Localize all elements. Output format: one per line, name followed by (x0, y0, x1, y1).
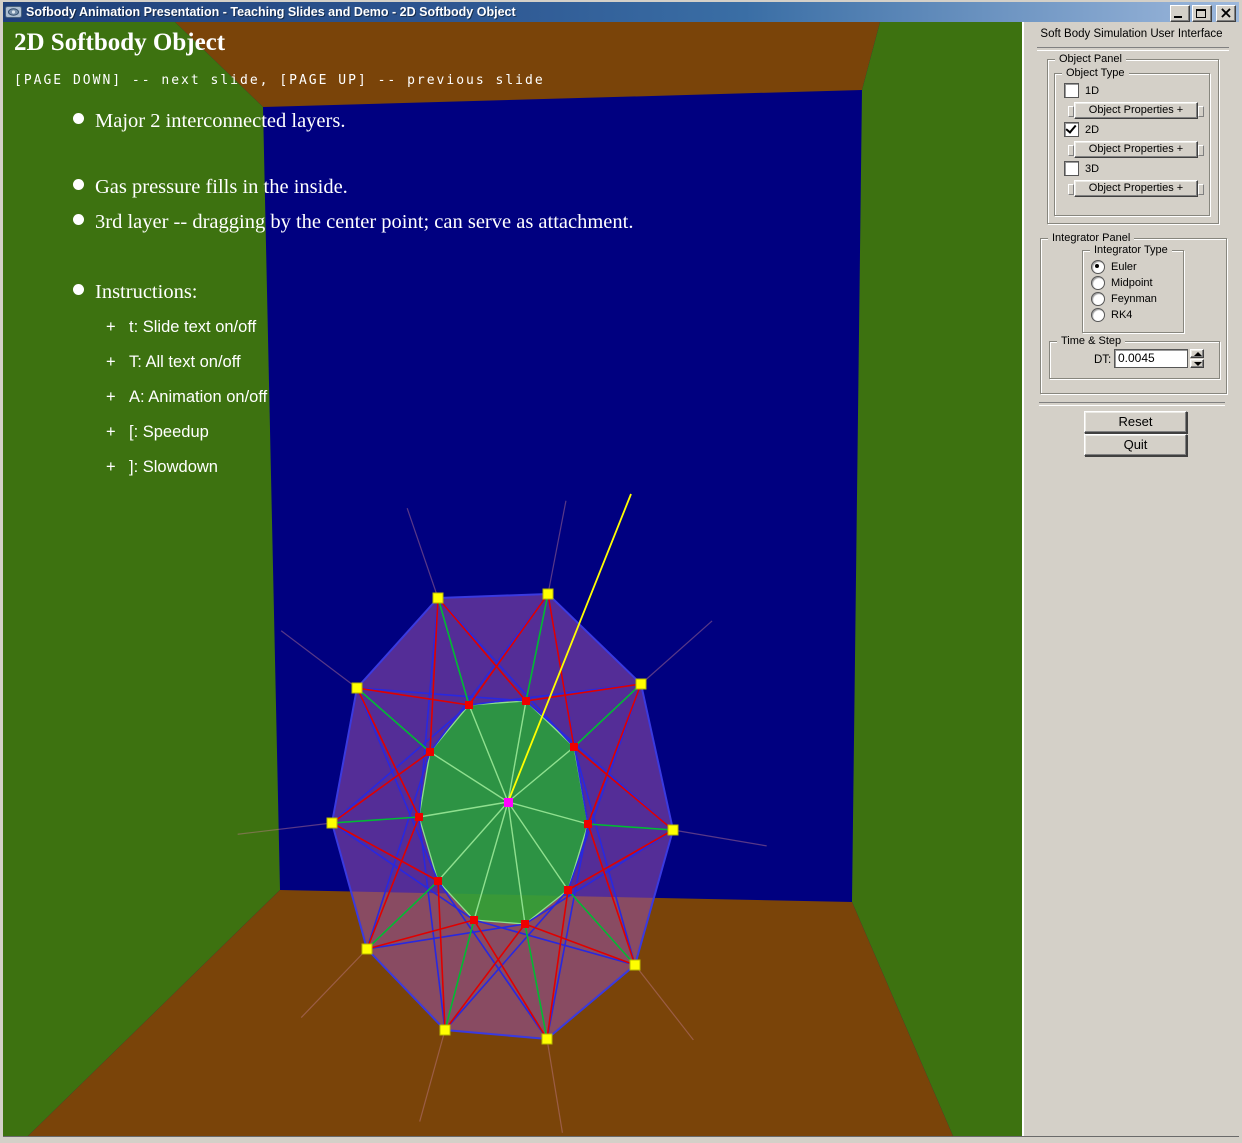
bullet-item: Gas pressure fills in the inside. (73, 176, 348, 199)
object-properties-button-3d[interactable]: Object Properties + (1074, 180, 1198, 197)
button-nub (1068, 145, 1074, 156)
integrator-panel-group: Integrator Panel Integrator Type Euler M… (1040, 238, 1227, 394)
radio-euler[interactable]: Euler (1091, 260, 1137, 274)
checkbox-2d[interactable]: 2D (1064, 122, 1099, 137)
dt-input[interactable]: 0.0045 (1114, 349, 1188, 368)
checkbox-3d[interactable]: 3D (1064, 161, 1099, 176)
integrator-type-group: Integrator Type Euler Midpoint Feynman R… (1082, 250, 1184, 333)
button-nub (1198, 106, 1204, 117)
checkbox-icon[interactable] (1064, 122, 1079, 137)
quit-button[interactable]: Quit (1084, 434, 1187, 456)
bullet-item: 3rd layer -- dragging by the center poin… (73, 211, 633, 234)
instruction-item: +]: Slowdown (106, 458, 218, 477)
radio-icon[interactable] (1091, 292, 1105, 306)
spinner-down-icon[interactable] (1190, 359, 1204, 368)
radio-feynman[interactable]: Feynman (1091, 292, 1157, 306)
control-panel: Soft Body Simulation User Interface Obje… (1022, 22, 1239, 1136)
object-panel-group: Object Panel Object Type 1D Object Prope… (1047, 59, 1219, 224)
simulation-viewport[interactable]: 2D Softbody Object [PAGE DOWN] -- next s… (3, 22, 1022, 1136)
window-title: Sofbody Animation Presentation - Teachin… (26, 5, 516, 19)
bullet-icon (73, 179, 84, 190)
slide-text-overlay: 2D Softbody Object [PAGE DOWN] -- next s… (3, 22, 1022, 1136)
slide-title: 2D Softbody Object (14, 29, 225, 57)
spinner-up-icon[interactable] (1190, 349, 1204, 358)
checkbox-icon[interactable] (1064, 83, 1079, 98)
button-nub (1068, 184, 1074, 195)
bullet-icon (73, 284, 84, 295)
slide-nav-hint: [PAGE DOWN] -- next slide, [PAGE UP] -- … (14, 73, 545, 88)
bullet-item: Major 2 interconnected layers. (73, 110, 345, 133)
titlebar[interactable]: Sofbody Animation Presentation - Teachin… (2, 2, 1240, 22)
dt-label: DT: (1094, 354, 1111, 366)
radio-rk4[interactable]: RK4 (1091, 308, 1132, 322)
app-icon (5, 5, 22, 19)
checkbox-icon[interactable] (1064, 161, 1079, 176)
close-button[interactable] (1216, 5, 1236, 22)
instruction-item: +A: Animation on/off (106, 388, 267, 407)
minimize-button[interactable] (1170, 5, 1190, 22)
maximize-button[interactable] (1192, 5, 1212, 22)
object-type-group: Object Type 1D Object Properties + 2D Ob… (1054, 73, 1210, 216)
time-step-group: Time & Step DT: 0.0045 (1049, 341, 1220, 379)
dt-spinner[interactable] (1190, 349, 1204, 368)
bullet-icon (73, 113, 84, 124)
button-nub (1068, 106, 1074, 117)
bullet-item: Instructions: (73, 281, 198, 304)
instruction-item: +t: Slide text on/off (106, 318, 256, 337)
object-properties-button-2d[interactable]: Object Properties + (1074, 141, 1198, 158)
panel-title: Soft Body Simulation User Interface (1024, 28, 1239, 40)
button-nub (1198, 145, 1204, 156)
bullet-icon (73, 214, 84, 225)
instruction-item: +T: All text on/off (106, 353, 241, 372)
instruction-item: +[: Speedup (106, 423, 209, 442)
separator (1037, 47, 1229, 51)
radio-icon[interactable] (1091, 260, 1105, 274)
reset-button[interactable]: Reset (1084, 411, 1187, 433)
radio-icon[interactable] (1091, 276, 1105, 290)
button-nub (1198, 184, 1204, 195)
radio-icon[interactable] (1091, 308, 1105, 322)
object-properties-button-1d[interactable]: Object Properties + (1074, 102, 1198, 119)
separator (1039, 402, 1225, 406)
checkbox-1d[interactable]: 1D (1064, 83, 1099, 98)
radio-midpoint[interactable]: Midpoint (1091, 276, 1153, 290)
